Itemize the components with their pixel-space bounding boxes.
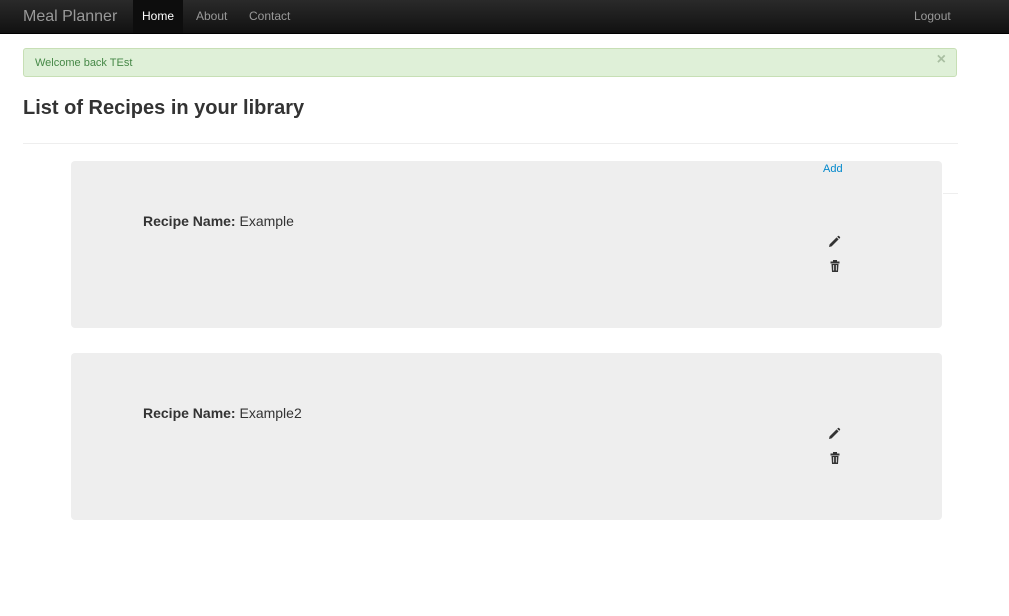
- page-title: List of Recipes in your library: [23, 97, 305, 119]
- recipe-name-label: Recipe Name:: [143, 405, 236, 421]
- recipe-name-row: Recipe Name: Example2: [143, 405, 302, 421]
- brand-link[interactable]: Meal Planner: [23, 0, 117, 33]
- nav-about[interactable]: About: [196, 0, 227, 33]
- pencil-icon[interactable]: [827, 235, 841, 249]
- trash-icon[interactable]: [828, 451, 842, 465]
- section-divider: [943, 193, 958, 194]
- close-icon[interactable]: ×: [937, 52, 946, 68]
- recipe-name-row: Recipe Name: Example: [143, 213, 294, 229]
- alert-message: Welcome back TEst: [35, 57, 133, 69]
- recipe-name-label: Recipe Name:: [143, 213, 236, 229]
- add-recipe-link[interactable]: Add: [823, 163, 843, 175]
- logout-link[interactable]: Logout: [914, 0, 951, 33]
- trash-icon[interactable]: [828, 259, 842, 273]
- title-divider: [23, 143, 958, 144]
- pencil-icon[interactable]: [827, 427, 841, 441]
- recipe-name-value: Example: [239, 213, 294, 229]
- nav-home[interactable]: Home: [133, 0, 183, 33]
- recipe-name-value: Example2: [239, 405, 302, 421]
- recipe-card: Recipe Name: Example2: [71, 353, 942, 520]
- recipe-card: Recipe Name: Example: [71, 161, 942, 328]
- welcome-alert: Welcome back TEst ×: [23, 48, 957, 77]
- nav-contact[interactable]: Contact: [249, 0, 290, 33]
- top-navbar: Meal Planner Home About Contact Logout: [0, 0, 1009, 34]
